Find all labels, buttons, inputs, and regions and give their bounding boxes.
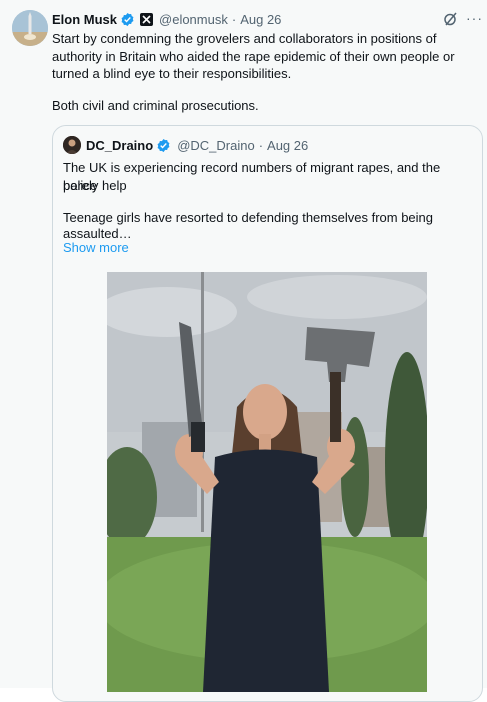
portrait-image xyxy=(63,136,81,154)
rocket-launch-image xyxy=(12,10,48,46)
post-text-line: Both civil and criminal prosecutions. xyxy=(52,98,259,113)
verified-badge-icon xyxy=(157,138,170,152)
post-date[interactable]: Aug 26 xyxy=(240,12,281,27)
quote-text-line: Teenage girls have resorted to defending… xyxy=(63,210,433,225)
post-text-line: authority in Britain who aided the rape … xyxy=(52,49,455,64)
author-name[interactable]: Elon Musk xyxy=(52,12,117,27)
x-affiliation-icon[interactable] xyxy=(140,12,154,26)
quote-header: DC_Draino @DC_Draino · Aug 26 xyxy=(86,136,308,154)
tweet[interactable]: Elon Musk @elonmusk · Aug 26 ··· Start b… xyxy=(0,0,487,702)
author-avatar[interactable] xyxy=(12,10,48,46)
quoted-tweet[interactable]: DC_Draino @DC_Draino · Aug 26 The UK is … xyxy=(52,125,483,702)
author-handle[interactable]: @elonmusk xyxy=(159,12,228,27)
quote-author-avatar[interactable] xyxy=(63,136,81,154)
quote-author-name[interactable]: DC_Draino xyxy=(86,138,153,153)
quote-text-line: barely help xyxy=(63,178,127,193)
post-text-line: turned a blind eye to their responsibili… xyxy=(52,66,292,81)
more-icon[interactable]: ··· xyxy=(466,10,483,26)
tweet-header: Elon Musk @elonmusk · Aug 26 xyxy=(52,10,281,28)
show-more-link[interactable]: Show more xyxy=(63,240,129,255)
separator: · xyxy=(231,11,237,27)
quote-date[interactable]: Aug 26 xyxy=(267,138,308,153)
verified-badge-icon xyxy=(121,12,134,26)
quote-author-handle[interactable]: @DC_Draino xyxy=(177,138,255,153)
separator: · xyxy=(258,137,264,153)
grok-icon[interactable] xyxy=(443,11,459,27)
video-frame-image xyxy=(107,272,427,692)
video-thumbnail[interactable] xyxy=(107,272,427,692)
post-text-line: Start by condemning the grovelers and co… xyxy=(52,31,437,46)
